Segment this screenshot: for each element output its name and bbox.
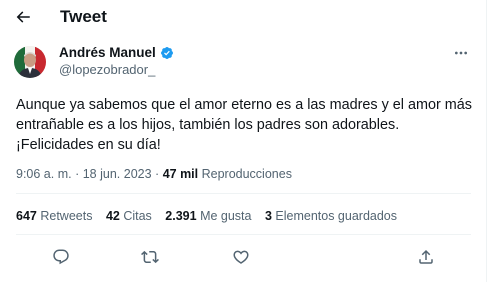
likes-count: 2.391: [165, 209, 197, 223]
arrow-left-icon: [14, 8, 32, 26]
author-handle[interactable]: @lopezobrador_: [59, 62, 155, 78]
tweet-text: Aunque ya sabemos que el amor eterno es …: [16, 97, 472, 153]
author-name[interactable]: Andrés Manuel: [59, 44, 174, 61]
views-label: Reproducciones: [201, 167, 292, 181]
reply-button[interactable]: [49, 245, 73, 269]
like-button[interactable]: [229, 245, 253, 269]
likes-label: Me gusta: [200, 209, 252, 223]
bookmarks-count: 3: [264, 209, 272, 223]
quotes-label: Citas: [123, 209, 152, 223]
tweet-actions: [0, 243, 487, 271]
author-display-name[interactable]: Andrés Manuel: [59, 44, 156, 61]
meta-separator: ·: [75, 167, 80, 181]
retweets-label: Retweets: [40, 209, 93, 223]
tweet-detail-panel: Tweet Andrés Manuel @lopezobrador_ Aunqu…: [0, 0, 487, 282]
retweets-stat[interactable]: 647 Retweets: [16, 209, 96, 223]
more-horizontal-icon: [453, 45, 469, 61]
page-header: Tweet: [0, 0, 487, 36]
views-count: 47 mil: [162, 167, 199, 181]
avatar[interactable]: [14, 46, 46, 78]
divider: [16, 193, 471, 194]
retweet-icon: [141, 248, 159, 266]
retweets-count: 647: [16, 209, 37, 223]
bookmarks-label: Elementos guardados: [275, 209, 398, 223]
tweet-meta: 9:06 a. m. · 18 jun. 2023 · 47 mil Repro…: [16, 166, 292, 182]
divider: [16, 234, 471, 235]
tweet-date[interactable]: 18 jun. 2023: [83, 167, 152, 181]
retweet-button[interactable]: [138, 245, 162, 269]
back-button[interactable]: [9, 3, 37, 31]
tweet-time[interactable]: 9:06 a. m.: [16, 167, 72, 181]
quotes-stat[interactable]: 42 Citas: [106, 209, 155, 223]
share-icon: [417, 248, 435, 266]
quotes-count: 42: [105, 209, 120, 223]
meta-separator: ·: [155, 167, 160, 181]
share-button[interactable]: [414, 245, 438, 269]
reply-icon: [52, 248, 70, 266]
more-options-button[interactable]: [452, 44, 470, 62]
bookmarks-stat[interactable]: 3 Elementos guardados: [265, 209, 397, 223]
likes-stat[interactable]: 2.391 Me gusta: [165, 209, 255, 223]
heart-icon: [232, 248, 250, 266]
verified-badge-icon: [160, 46, 174, 60]
tweet-stats: 647 Retweets 42 Citas 2.391 Me gusta 3 E…: [16, 208, 407, 224]
page-title: Tweet: [60, 7, 107, 26]
